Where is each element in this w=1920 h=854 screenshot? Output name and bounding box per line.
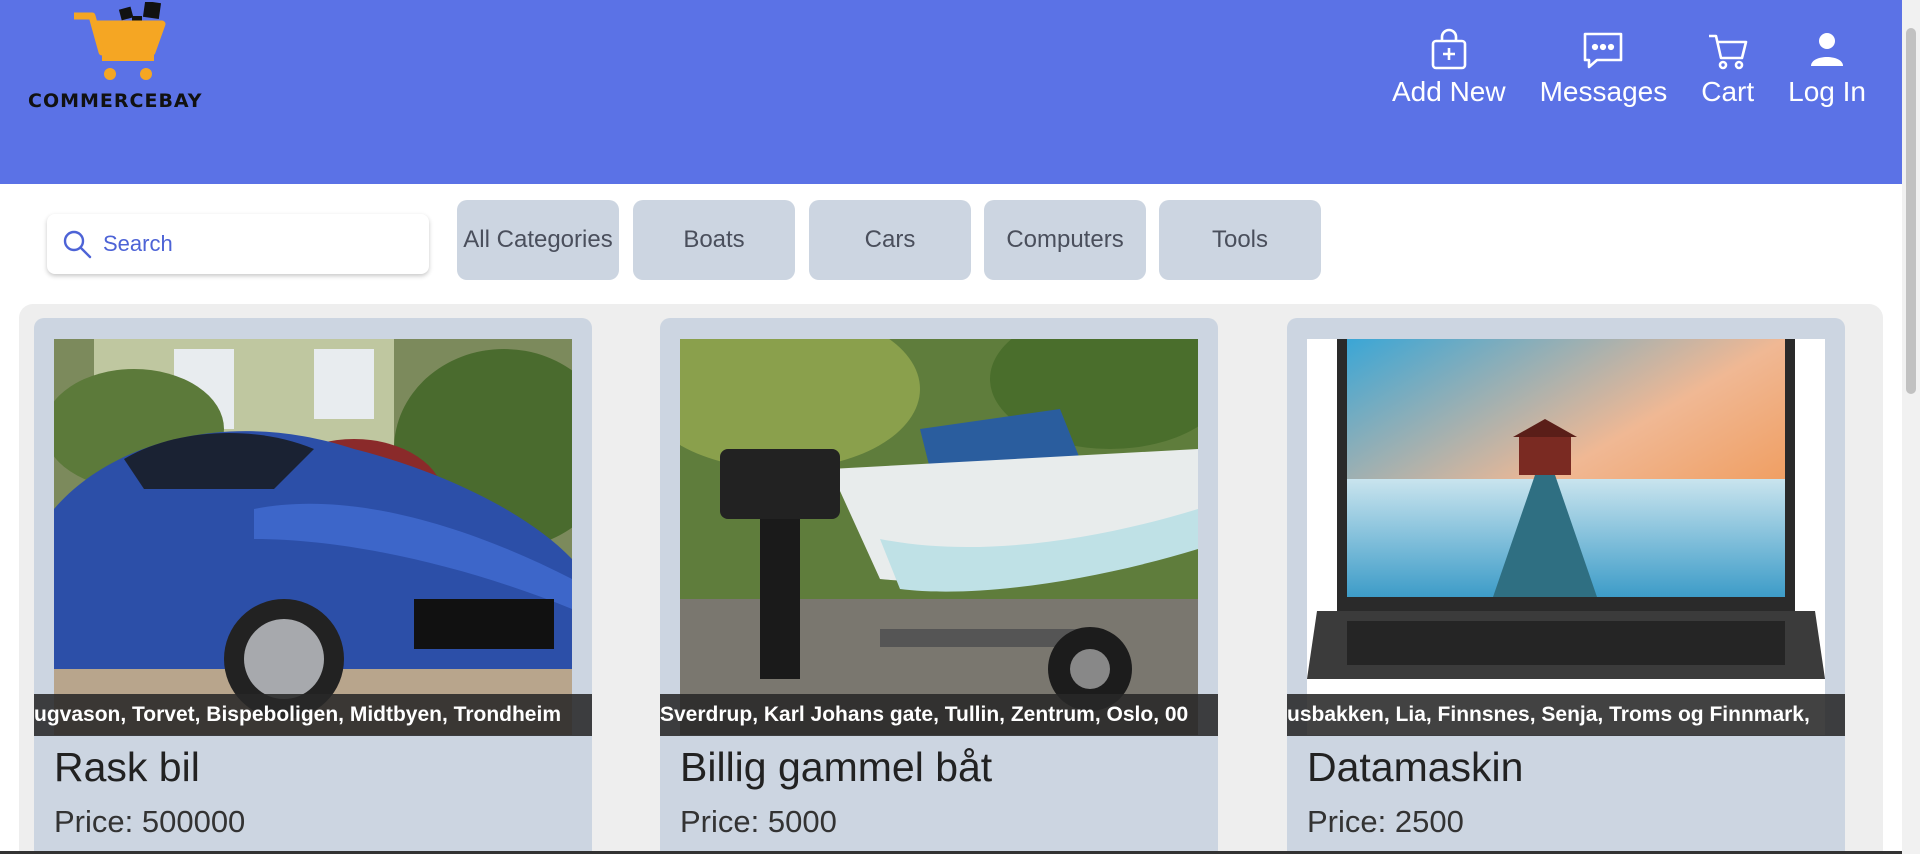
listing-price: Price: 500000 <box>54 804 246 839</box>
category-tools[interactable]: Tools <box>1159 200 1321 280</box>
message-icon <box>1584 32 1623 69</box>
category-computers[interactable]: Computers <box>984 200 1146 280</box>
cart-label: Cart <box>1701 76 1755 107</box>
blue-sports-car-image <box>54 339 572 735</box>
brand-name: COMMERCEBAY <box>28 90 203 112</box>
search-box[interactable] <box>47 214 429 274</box>
scrollbar-thumb[interactable] <box>1906 28 1916 394</box>
listing-image <box>680 339 1198 735</box>
add-new-label: Add New <box>1391 76 1506 107</box>
log-in-button[interactable]: Log In <box>1788 28 1866 108</box>
messages-button[interactable]: Messages <box>1539 28 1668 108</box>
boat-on-trailer-image <box>680 339 1198 735</box>
brand-logo[interactable]: COMMERCEBAY <box>28 2 203 112</box>
listings-grid: ugvason, Torvet, Bispeboligen, Midtbyen,… <box>19 304 1883 854</box>
log-in-label: Log In <box>1788 76 1866 107</box>
laptop-with-pier-image <box>1307 339 1825 735</box>
listing-price: Price: 5000 <box>680 804 837 839</box>
add-new-button[interactable]: Add New <box>1392 28 1506 108</box>
filter-bar: All Categories Boats Cars Computers Tool… <box>0 184 1902 304</box>
listing-title: Rask bil <box>54 744 200 790</box>
listing-location: ugvason, Torvet, Bispeboligen, Midtbyen,… <box>34 694 592 736</box>
category-boats[interactable]: Boats <box>633 200 795 280</box>
user-icon <box>1811 33 1844 66</box>
listing-card[interactable]: ugvason, Torvet, Bispeboligen, Midtbyen,… <box>34 318 592 854</box>
vertical-scrollbar[interactable] <box>1902 0 1920 854</box>
listing-title: Datamaskin <box>1307 744 1524 790</box>
listing-location: Sverdrup, Karl Johans gate, Tullin, Zent… <box>660 694 1218 736</box>
listing-image <box>54 339 572 735</box>
category-all-categories[interactable]: All Categories <box>457 200 619 280</box>
listing-title: Billig gammel båt <box>680 744 993 790</box>
listing-card[interactable]: Sverdrup, Karl Johans gate, Tullin, Zent… <box>660 318 1218 854</box>
cart-button[interactable]: Cart <box>1701 28 1754 108</box>
messages-label: Messages <box>1539 76 1668 107</box>
listing-card[interactable]: usbakken, Lia, Finnsnes, Senja, Troms og… <box>1287 318 1845 854</box>
listing-price: Price: 2500 <box>1307 804 1464 839</box>
search-icon <box>63 230 92 259</box>
shopping-cart-logo-icon <box>74 2 166 80</box>
cart-icon <box>1708 34 1747 70</box>
listing-image <box>1307 339 1825 735</box>
add-bag-icon <box>1431 28 1467 70</box>
top-header: COMMERCEBAY Add New Messages Cart Log In <box>0 0 1902 184</box>
header-nav: Add New Messages Cart Log In <box>1358 28 1866 108</box>
category-cars[interactable]: Cars <box>809 200 971 280</box>
listing-location: usbakken, Lia, Finnsnes, Senja, Troms og… <box>1287 694 1845 736</box>
search-input[interactable] <box>103 214 423 274</box>
